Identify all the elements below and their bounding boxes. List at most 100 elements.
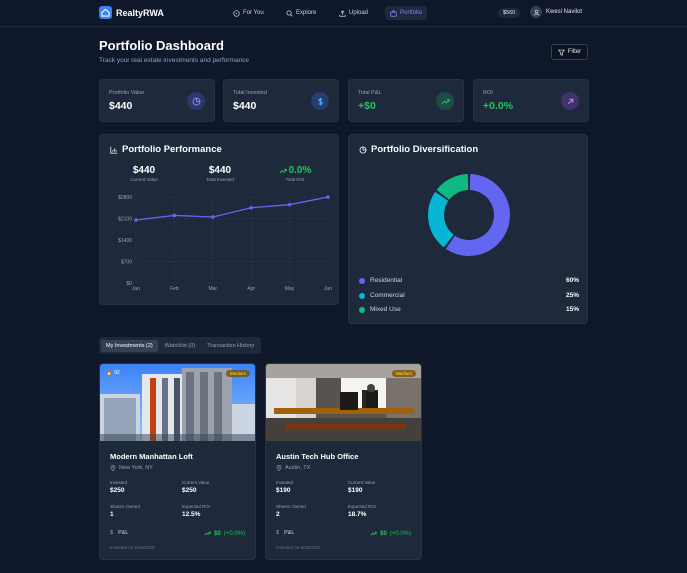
dollar-icon <box>311 92 329 110</box>
upload-icon <box>339 9 346 17</box>
tab-watchlist[interactable]: Watchlist (0) <box>160 340 200 352</box>
field-value: 2 <box>276 511 280 518</box>
stat-value: +$0 <box>358 100 376 112</box>
invested-date: Invested on 6/18/2025 <box>110 545 155 550</box>
page-title: Portfolio Dashboard <box>99 38 224 53</box>
bar-chart-icon <box>110 146 118 154</box>
balance-badge[interactable]: $560 <box>498 8 521 18</box>
expected-roi-field: Expected ROI 18.7% <box>348 504 376 518</box>
nav-upload[interactable]: Upload <box>334 6 373 20</box>
briefcase-icon <box>390 10 397 17</box>
pnl-amount: $0 <box>380 530 387 537</box>
field-value: 18.7% <box>348 511 367 518</box>
nav-explore[interactable]: Explore <box>281 6 321 20</box>
data-point[interactable] <box>287 202 292 207</box>
legend-residential: Residential 60% <box>359 277 579 284</box>
filter-label: Filter <box>567 49 582 55</box>
stat-label: Total P&L <box>358 90 382 96</box>
legend-label: Commercial <box>370 292 405 299</box>
pnl-label-text: P&L <box>118 530 129 536</box>
stat-value: $440 <box>109 100 133 112</box>
metric-value: 0.0% <box>288 165 312 176</box>
data-point[interactable] <box>249 205 253 210</box>
legend-mixed-use: Mixed Use 15% <box>359 306 579 313</box>
field-label: Expected ROI <box>348 504 377 509</box>
property-name: Austin Tech Hub Office <box>276 452 359 461</box>
page-subtitle: Track your real estate investments and p… <box>99 57 250 64</box>
legend-value: 25% <box>565 292 579 299</box>
tab-my-investments[interactable]: My Investments (2) <box>101 339 158 352</box>
legend-commercial: Commercial 25% <box>359 292 579 299</box>
y-tick-label: $2100 <box>118 217 132 223</box>
likes-value: 92 <box>114 370 120 376</box>
pnl-label-text: P&L <box>284 530 295 536</box>
x-tick-label: Mar <box>208 286 217 292</box>
diversification-panel: Portfolio Diversification Residential 60… <box>348 134 588 324</box>
stat-label: Portfolio Value <box>109 90 145 96</box>
performance-title: Portfolio Performance <box>110 144 222 155</box>
investment-card[interactable]: 🔥 92 Medium Modern Manhattan Loft New Yo… <box>99 363 256 560</box>
likes-count[interactable]: 🔥 92 <box>106 370 120 376</box>
shares-owned-field: Shares Owned 2 <box>276 504 306 518</box>
metric-label: Total Invested <box>206 177 234 182</box>
data-point[interactable] <box>172 213 177 218</box>
search-icon <box>286 10 293 17</box>
invested-field: Invested $250 <box>110 480 127 494</box>
stat-roi: ROI +0.0% <box>473 79 589 122</box>
x-tick-label: May <box>285 286 295 292</box>
donut-slice-commercial[interactable] <box>428 191 454 248</box>
donut-slice-mixed-use[interactable] <box>436 174 469 200</box>
nav-portfolio[interactable]: Portfolio <box>385 6 428 20</box>
user-menu[interactable]: Kwesi Navilot <box>530 6 582 18</box>
data-point[interactable] <box>211 215 215 219</box>
data-point[interactable] <box>326 195 330 199</box>
field-label: Invested <box>276 480 294 485</box>
filter-button[interactable]: Filter <box>551 44 588 60</box>
field-label: Current Value <box>182 480 210 485</box>
map-pin-icon <box>276 465 282 471</box>
pie-chart-icon <box>187 92 205 110</box>
stat-total-pnl: Total P&L +$0 <box>348 79 464 122</box>
data-point[interactable] <box>134 218 138 222</box>
series-line <box>135 196 329 221</box>
y-tick-label: $2800 <box>118 195 132 201</box>
x-tick-label: Jan <box>132 286 140 292</box>
nav-label: Upload <box>349 10 369 16</box>
nav-label: For You <box>243 10 264 16</box>
metric-total-roi: 0.0% Total ROI <box>265 165 325 182</box>
diversification-donut-chart <box>428 174 510 256</box>
current-value-field: Current Value $190 <box>348 480 375 494</box>
tab-transaction-history[interactable]: Transaction History <box>202 340 259 352</box>
nav-for-you[interactable]: For You <box>228 6 269 20</box>
home-logo-icon <box>99 6 112 19</box>
legend-label: Mixed Use <box>370 306 401 313</box>
pnl-label: $ P&L <box>276 530 294 536</box>
dollar-icon: $ <box>276 530 280 536</box>
pnl-amount: $0 <box>214 530 221 537</box>
investment-card[interactable]: Medium Austin Tech Hub Office Austin, TX… <box>265 363 422 560</box>
field-label: Invested <box>110 480 128 485</box>
shares-owned-field: Shares Owned 1 <box>110 504 140 518</box>
app-name: RealtyRWA <box>116 7 164 18</box>
stat-value: +0.0% <box>483 100 514 112</box>
property-location: Austin, TX <box>276 465 310 471</box>
legend-value: 15% <box>565 306 579 313</box>
nav-label: Portfolio <box>400 10 423 16</box>
property-location: New York, NY <box>110 465 153 471</box>
field-value: 1 <box>110 511 114 518</box>
pnl-label: $ P&L <box>110 530 128 536</box>
y-tick-label: $700 <box>121 260 132 266</box>
arrow-up-right-icon <box>561 92 579 110</box>
top-nav: RealtyRWA For You Explore Upload Portfol… <box>0 0 687 27</box>
expected-roi-field: Expected ROI 12.5% <box>182 504 210 518</box>
performance-line-chart: $0$700$1400$2100$2800Jan Feb Mar Apr May Jun <box>118 195 332 292</box>
performance-panel: Portfolio Performance $440 Current Value… <box>99 134 339 305</box>
stat-total-invested: Total Invested $440 <box>223 79 339 122</box>
stat-label: Total Invested <box>233 90 267 96</box>
brand[interactable]: RealtyRWA <box>99 6 164 19</box>
user-avatar-icon <box>530 6 542 18</box>
risk-badge: Medium <box>391 370 416 377</box>
y-tick-label: $1400 <box>118 238 132 244</box>
location-text: Austin, TX <box>285 465 311 471</box>
current-value-field: Current Value $250 <box>182 480 209 494</box>
